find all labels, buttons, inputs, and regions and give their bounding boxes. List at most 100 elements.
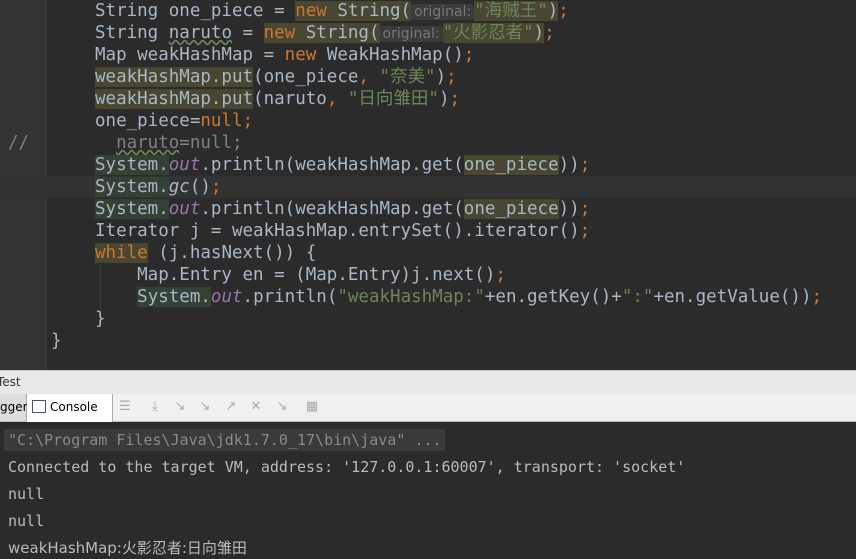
- tab-console[interactable]: Console →•: [27, 394, 113, 440]
- tab-debugger[interactable]: gger: [0, 394, 28, 421]
- code-text: one_piece=null;: [95, 110, 253, 132]
- run-to-cursor-icon[interactable]: ↘: [275, 400, 289, 414]
- drop-frame-icon[interactable]: ✕: [249, 400, 263, 414]
- code-token: out: [168, 199, 201, 219]
- tab-debugger-label: gger: [0, 400, 28, 414]
- code-token: ;: [210, 177, 222, 197]
- code-token: =null;: [179, 133, 243, 153]
- code-token: (): [189, 177, 211, 197]
- step-out-icon[interactable]: ↗: [224, 400, 238, 414]
- code-line: String one_piece = new String(original: "…: [0, 0, 856, 22]
- code-token: .println(: [242, 287, 338, 307]
- code-line: String naruto = new String(original: "火影忍…: [0, 22, 856, 44]
- code-token: ,: [326, 89, 348, 109]
- code-token: String: [95, 23, 169, 43]
- code-token: String(: [337, 1, 412, 21]
- code-line: }: [0, 308, 856, 330]
- tab-console-label: Console: [50, 400, 98, 414]
- code-token: System.: [95, 177, 169, 197]
- code-token: "火影忍者": [442, 23, 534, 43]
- code-token: +en.getValue()): [653, 287, 812, 307]
- code-token: ;: [495, 265, 506, 285]
- console-line-command: "C:\Program Files\Java\jdk1.7.0_17\bin\j…: [4, 429, 446, 451]
- code-token: +en.getKey()+: [484, 287, 622, 307]
- code-token: ): [533, 23, 545, 43]
- code-line: // naruto=null;: [0, 132, 856, 154]
- code-token: ;: [463, 45, 475, 65]
- console-line: null: [8, 512, 45, 530]
- code-token: .println(weakHashMap.get(: [200, 199, 464, 219]
- code-token: ): [435, 67, 447, 87]
- code-token: one_piece: [463, 155, 559, 175]
- panel-title: Test: [0, 375, 21, 389]
- code-text: System.out.println(weakHashMap.get(one_p…: [95, 198, 590, 220]
- code-line: System.out.println("weakHashMap:"+en.get…: [0, 286, 856, 308]
- code-token: Map.Entry en = (Map.Entry)j.next(): [95, 265, 496, 285]
- panel-title-bar: Test: [0, 370, 856, 395]
- step-over-icon[interactable]: ⤓: [148, 400, 162, 414]
- code-text: System.out.println("weakHashMap:"+en.get…: [95, 286, 822, 308]
- code-text: weakHashMap.put(one_piece, "奈美");: [95, 66, 457, 88]
- code-token: }: [95, 309, 106, 329]
- code-token: )): [558, 199, 580, 219]
- evaluate-expression-icon[interactable]: ▦: [305, 400, 319, 414]
- code-token: ;: [449, 89, 461, 109]
- code-token: System.: [95, 155, 169, 175]
- code-text: System.out.println(weakHashMap.get(one_p…: [95, 154, 590, 176]
- parameter-hint: original:: [411, 4, 475, 20]
- code-token: ;: [544, 23, 555, 43]
- code-editor[interactable]: bulb String one_piece = new String(origi…: [0, 0, 856, 370]
- code-token: new: [263, 23, 306, 43]
- code-text: weakHashMap.put(naruto, "日向雏田");: [95, 88, 460, 110]
- code-token: WeakHashMap(): [326, 45, 464, 65]
- code-token: null;: [200, 111, 254, 131]
- force-step-into-icon[interactable]: ↘: [198, 400, 212, 414]
- parameter-hint: original:: [379, 26, 443, 42]
- code-token: new: [295, 1, 338, 21]
- code-text: String one_piece = new String(original: "…: [95, 0, 569, 23]
- code-token: ,: [358, 67, 380, 87]
- code-token: "weakHashMap:": [337, 287, 485, 307]
- console-line: null: [8, 485, 45, 503]
- comment-marker: //: [8, 133, 30, 153]
- show-execution-point-icon[interactable]: ☰: [118, 400, 132, 414]
- code-token: ":": [621, 287, 654, 307]
- code-token: }: [51, 331, 62, 351]
- code-token: weakHashMap.put: [95, 67, 254, 87]
- code-token: weakHashMap.put: [95, 89, 254, 109]
- code-token: ): [547, 1, 559, 21]
- code-token: ;: [811, 287, 823, 307]
- code-text: }: [51, 330, 62, 352]
- code-token: (j.hasNext()) {: [147, 243, 317, 263]
- code-text: }: [95, 308, 106, 330]
- code-line: System.out.println(weakHashMap.get(one_p…: [0, 154, 856, 176]
- code-line: System.out.println(weakHashMap.get(one_p…: [0, 198, 856, 220]
- code-token: )): [558, 155, 580, 175]
- code-line: one_piece=null;: [0, 110, 856, 132]
- code-text: while (j.hasNext()) {: [95, 242, 316, 264]
- code-text: Map weakHashMap = new WeakHashMap();: [95, 44, 474, 66]
- console-output[interactable]: "C:\Program Files\Java\jdk1.7.0_17\bin\j…: [0, 422, 856, 559]
- code-token: String one_piece =: [95, 1, 296, 21]
- code-text: Map.Entry en = (Map.Entry)j.next();: [95, 264, 506, 286]
- code-line: }: [0, 330, 856, 352]
- code-token: out: [168, 155, 201, 175]
- code-token: ;: [446, 67, 457, 87]
- code-token: "奈美": [379, 67, 436, 87]
- code-token: =: [231, 23, 264, 43]
- code-token: ;: [558, 1, 569, 21]
- code-token: one_piece: [463, 199, 559, 219]
- code-line: while (j.hasNext()) {: [0, 242, 856, 264]
- code-token: gc: [168, 177, 190, 197]
- code-line: Iterator j = weakHashMap.entrySet().iter…: [0, 220, 856, 242]
- code-token: one_piece=: [95, 111, 201, 131]
- code-token: new: [284, 45, 327, 65]
- step-into-icon[interactable]: ↘: [173, 400, 187, 414]
- code-line: Map weakHashMap = new WeakHashMap();: [0, 44, 856, 66]
- code-token: "海贼王": [474, 1, 548, 21]
- code-token: (naruto: [253, 89, 327, 109]
- code-token: while: [95, 243, 148, 263]
- code-token: ;: [579, 199, 591, 219]
